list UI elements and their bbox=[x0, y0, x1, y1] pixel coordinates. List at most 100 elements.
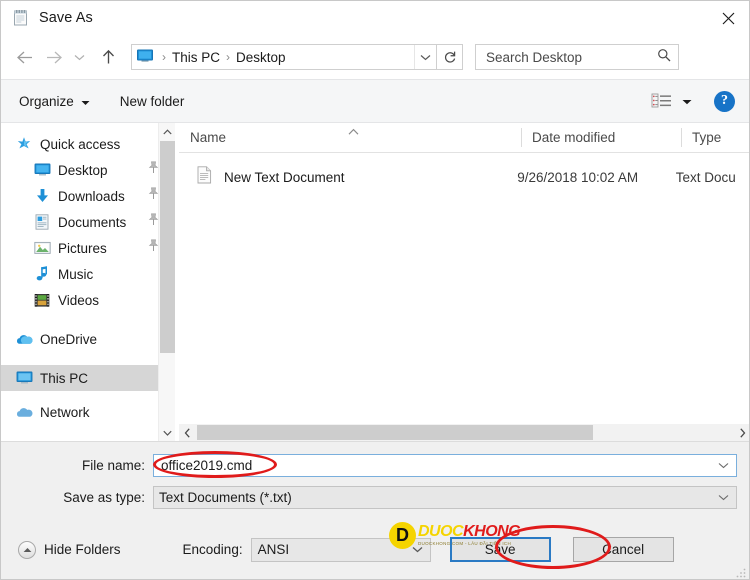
chevron-up-icon bbox=[163, 128, 172, 134]
sidebar-item-this-pc[interactable]: This PC bbox=[1, 365, 175, 391]
pictures-icon bbox=[33, 239, 51, 257]
column-label: Date modified bbox=[532, 130, 616, 145]
file-list-horizontal-scrollbar[interactable] bbox=[179, 424, 749, 441]
sidebar-item-desktop[interactable]: Desktop bbox=[1, 157, 175, 183]
navigation-bar: › This PC › Desktop bbox=[1, 35, 749, 79]
file-list-pane: Name Date modified Type New Text Documen… bbox=[179, 123, 749, 441]
encoding-dropdown[interactable]: ANSI bbox=[250, 537, 431, 562]
refresh-icon bbox=[444, 51, 455, 63]
column-headers: Name Date modified Type bbox=[179, 123, 749, 153]
sidebar-item-label: OneDrive bbox=[40, 331, 98, 347]
sort-ascending-icon bbox=[347, 124, 360, 139]
arrow-right-icon bbox=[46, 51, 62, 63]
sidebar-item-music[interactable]: Music bbox=[1, 261, 175, 287]
list-view-icon[interactable] bbox=[651, 92, 673, 110]
save-as-type-dropdown[interactable]: Text Documents (*.txt) bbox=[153, 486, 737, 509]
sidebar-item-label: Videos bbox=[58, 292, 100, 308]
file-type: Text Docu bbox=[675, 169, 736, 185]
this-pc-icon bbox=[136, 49, 156, 65]
sidebar-item-quick-access[interactable]: Quick access bbox=[1, 131, 175, 157]
sidebar-item-label: This PC bbox=[40, 370, 89, 386]
view-dropdown-button[interactable] bbox=[682, 92, 692, 110]
save-button[interactable]: Save bbox=[449, 537, 551, 562]
documents-icon bbox=[33, 213, 51, 231]
navigation-pane: Quick access Desktop Downloads Documents… bbox=[1, 123, 175, 441]
forward-button[interactable] bbox=[39, 42, 69, 72]
file-name: New Text Document bbox=[224, 169, 345, 185]
sidebar-item-downloads[interactable]: Downloads bbox=[1, 183, 175, 209]
column-label: Type bbox=[692, 130, 722, 145]
arrow-left-icon bbox=[16, 51, 32, 63]
encoding-row: Hide Folders Encoding: ANSI Save Cancel bbox=[1, 537, 749, 562]
new-folder-button[interactable]: New folder bbox=[113, 80, 192, 122]
chevron-down-icon bbox=[81, 94, 90, 109]
horizontal-scrollbar-thumb[interactable] bbox=[197, 425, 593, 440]
search-box[interactable] bbox=[475, 44, 679, 70]
window-title: Save As bbox=[39, 10, 93, 26]
column-header-date-modified[interactable]: Date modified bbox=[521, 123, 681, 152]
file-name-input[interactable] bbox=[159, 457, 711, 474]
chevron-left-icon bbox=[184, 427, 190, 438]
arrow-up-icon bbox=[102, 49, 114, 64]
back-button[interactable] bbox=[9, 42, 39, 72]
address-dropdown-button[interactable] bbox=[414, 45, 436, 69]
save-as-type-row: Save as type: Text Documents (*.txt) bbox=[1, 486, 749, 509]
cancel-button[interactable]: Cancel bbox=[572, 537, 674, 562]
sidebar-item-label: Downloads bbox=[58, 188, 125, 204]
resize-grip-icon[interactable] bbox=[735, 566, 747, 578]
close-button[interactable] bbox=[705, 1, 749, 35]
network-icon bbox=[15, 404, 33, 420]
recent-locations-button[interactable] bbox=[69, 42, 89, 72]
breadcrumb-this-pc[interactable]: This PC bbox=[172, 50, 220, 65]
view-options-group: ? bbox=[651, 80, 749, 122]
chevron-down-icon[interactable] bbox=[412, 546, 423, 553]
file-name-field[interactable] bbox=[153, 454, 737, 477]
help-button[interactable]: ? bbox=[714, 90, 735, 112]
column-header-name[interactable]: Name bbox=[179, 123, 521, 152]
sidebar-scrollbar[interactable] bbox=[158, 123, 175, 441]
sidebar-item-documents[interactable]: Documents bbox=[1, 209, 175, 235]
search-input[interactable] bbox=[484, 48, 644, 66]
organize-button[interactable]: Organize bbox=[12, 80, 97, 122]
music-icon bbox=[33, 265, 51, 283]
chevron-down-icon[interactable] bbox=[718, 494, 729, 501]
scroll-up-button[interactable] bbox=[159, 123, 175, 140]
sidebar-scrollbar-thumb[interactable] bbox=[160, 141, 175, 353]
breadcrumb-desktop[interactable]: Desktop bbox=[236, 50, 286, 65]
hide-folders-button[interactable]: Hide Folders bbox=[18, 540, 121, 559]
chevron-down-icon[interactable] bbox=[718, 462, 729, 469]
table-row[interactable]: New Text Document 9/26/2018 10:02 AM Tex… bbox=[179, 164, 749, 190]
up-button[interactable] bbox=[93, 42, 123, 72]
refresh-button[interactable] bbox=[437, 44, 463, 70]
sidebar-item-network[interactable]: Network bbox=[1, 404, 175, 420]
sidebar-item-pictures[interactable]: Pictures bbox=[1, 235, 175, 261]
chevron-right-icon bbox=[740, 427, 746, 438]
chevron-down-icon bbox=[74, 54, 84, 60]
column-header-type[interactable]: Type bbox=[681, 123, 749, 152]
save-button-label: Save bbox=[484, 542, 516, 557]
text-file-icon bbox=[197, 165, 217, 189]
column-label: Name bbox=[190, 130, 227, 145]
title-bar: Save As bbox=[1, 1, 749, 35]
close-icon bbox=[722, 12, 734, 24]
scroll-down-button[interactable] bbox=[159, 424, 175, 441]
sidebar-item-label: Network bbox=[40, 404, 90, 420]
breadcrumb-separator: › bbox=[162, 50, 166, 64]
save-as-type-label: Save as type: bbox=[63, 490, 145, 505]
save-as-dialog: Save As › This PC › Desktop Search Deskt… bbox=[0, 0, 750, 580]
sidebar-item-videos[interactable]: Videos bbox=[1, 287, 175, 313]
scroll-left-button[interactable] bbox=[179, 424, 196, 441]
encoding-label: Encoding: bbox=[182, 542, 243, 557]
help-label: ? bbox=[721, 93, 728, 108]
scroll-right-button[interactable] bbox=[734, 424, 749, 441]
videos-icon bbox=[33, 291, 51, 309]
onedrive-icon bbox=[15, 330, 33, 348]
breadcrumb-separator: › bbox=[226, 50, 231, 64]
encoding-value: ANSI bbox=[257, 542, 290, 557]
sidebar-item-onedrive[interactable]: OneDrive bbox=[1, 326, 175, 352]
search-icon[interactable] bbox=[657, 48, 671, 67]
hide-folders-label: Hide Folders bbox=[44, 542, 121, 557]
sidebar-item-label: Pictures bbox=[58, 240, 107, 256]
sidebar-item-label: Desktop bbox=[58, 162, 108, 178]
address-bar[interactable]: › This PC › Desktop bbox=[131, 44, 437, 70]
